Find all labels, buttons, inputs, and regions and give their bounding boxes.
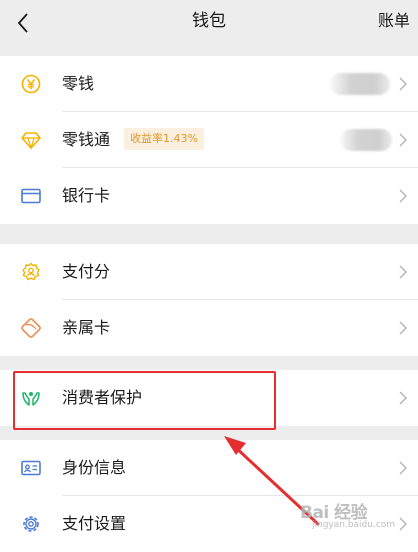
row-label: 身份信息 [62,458,127,477]
hands-protect-icon [20,387,42,409]
chevron-right-icon [398,132,408,148]
row-label: 零钱通 [62,130,111,149]
wallet-group-credit: 支付分 亲属卡 [0,244,418,356]
chevron-right-icon [398,390,408,406]
family-card-icon [20,317,42,339]
id-card-icon [20,457,42,479]
chevron-right-icon [398,516,408,532]
row-consumer-protection[interactable]: 消费者保护 [0,370,418,426]
chevron-right-icon [398,76,408,92]
bill-button[interactable]: 账单 [378,9,410,33]
wallet-group-balance: 零钱 零钱通 收益率1.43% 银行卡 [0,56,418,224]
bank-card-icon [20,185,42,207]
gear-icon [20,513,42,535]
chevron-right-icon [398,460,408,476]
row-label: 支付分 [62,262,111,281]
diamond-icon [20,129,42,151]
row-pay-score[interactable]: 支付分 [0,244,418,300]
chevron-right-icon [398,264,408,280]
row-change[interactable]: 零钱 [0,56,418,112]
row-label: 银行卡 [62,186,111,205]
row-bank-card[interactable]: 银行卡 [0,168,418,224]
chevron-left-icon[interactable] [10,9,38,37]
row-lqt[interactable]: 零钱通 收益率1.43% [0,112,418,168]
yield-rate-badge: 收益率1.43% [124,128,204,150]
wallet-group-settings: 身份信息 支付设置 [0,440,418,552]
chevron-right-icon [398,320,408,336]
top-bar: 钱包 账单 [0,0,418,46]
chevron-right-icon [398,188,408,204]
row-family-card[interactable]: 亲属卡 [0,300,418,356]
masked-amount [340,129,392,151]
row-identity-info[interactable]: 身份信息 [0,440,418,496]
yen-coin-icon [20,73,42,95]
row-label: 零钱 [62,74,95,93]
row-label: 支付设置 [62,514,127,533]
row-label: 消费者保护 [62,388,143,407]
wallet-group-protection: 消费者保护 [0,370,418,426]
row-label: 亲属卡 [62,318,111,337]
pay-score-icon [20,261,42,283]
masked-amount [330,73,390,95]
page-title: 钱包 [192,11,226,31]
